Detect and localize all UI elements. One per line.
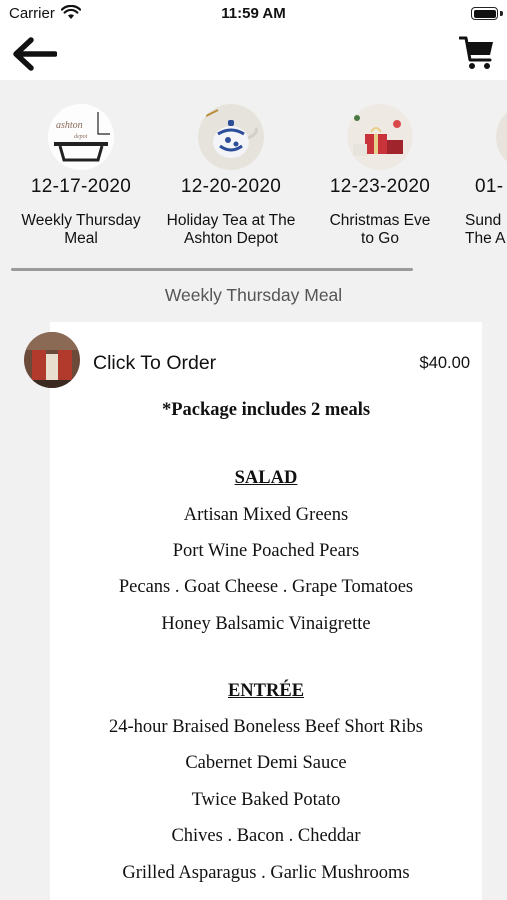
- teapot-thumbnail: [198, 104, 264, 170]
- ashton-depot-logo-thumbnail: ashton depot: [48, 104, 114, 170]
- svg-text:ashton: ashton: [56, 120, 83, 131]
- menu-item: Chives . Bacon . Cheddar: [171, 826, 361, 846]
- back-button[interactable]: [8, 32, 60, 76]
- menu-item: 24-hour Braised Boneless Beef Short Ribs: [109, 717, 423, 737]
- events-carousel[interactable]: ashton depot 12-17-2020 Weekly Thursday …: [0, 80, 507, 270]
- status-time: 11:59 AM: [221, 5, 286, 22]
- selected-event-title: Weekly Thursday Meal: [164, 285, 343, 305]
- click-to-order-row[interactable]: Click To Order $40.00: [0, 332, 507, 388]
- event-date: 12-20-2020: [180, 176, 282, 197]
- order-price: $40.00: [419, 354, 470, 372]
- event-date: 12-17-2020: [30, 176, 132, 197]
- menu-item: Twice Baked Potato: [191, 790, 341, 810]
- battery-tip: [500, 11, 503, 16]
- menu-item: Artisan Mixed Greens: [183, 505, 349, 525]
- arrow-left-icon: [13, 37, 57, 71]
- event-title: Christmas Eve to Go: [329, 212, 431, 247]
- event-title: Holiday Tea at The Ashton Depot: [166, 212, 296, 247]
- cart-button[interactable]: [455, 31, 499, 75]
- content-area: ashton depot 12-17-2020 Weekly Thursday …: [0, 80, 507, 900]
- event-title: Sund The A: [465, 212, 506, 247]
- click-to-order-label[interactable]: Click To Order: [93, 352, 216, 375]
- menu-item: Pecans . Goat Cheese . Grape Tomatoes: [118, 577, 414, 597]
- gift-boxes-thumbnail: [347, 104, 413, 170]
- section-heading-entree: ENTRÉE: [227, 681, 305, 701]
- shopping-cart-icon: [459, 36, 493, 69]
- carousel-scrollbar[interactable]: [11, 268, 413, 271]
- restaurant-avatar: [24, 332, 80, 388]
- menu-item: Port Wine Poached Pears: [172, 541, 360, 561]
- battery-icon: [471, 7, 498, 20]
- event-date: 12-23-2020: [329, 176, 431, 197]
- svg-text:depot: depot: [74, 134, 88, 140]
- section-heading-salad: SALAD: [234, 468, 298, 488]
- event-title: Weekly Thursday Meal: [21, 212, 141, 247]
- status-bar: Carrier 11:59 AM: [0, 0, 507, 28]
- menu-item: Honey Balsamic Vinaigrette: [161, 614, 371, 634]
- partial-event-thumbnail: [496, 104, 507, 170]
- menu-item: Cabernet Demi Sauce: [185, 753, 347, 773]
- package-note: *Package includes 2 meals: [161, 400, 371, 420]
- event-date: 01-: [475, 176, 504, 197]
- nav-bar: [0, 28, 507, 80]
- menu-item: Grilled Asparagus . Garlic Mushrooms: [122, 863, 410, 883]
